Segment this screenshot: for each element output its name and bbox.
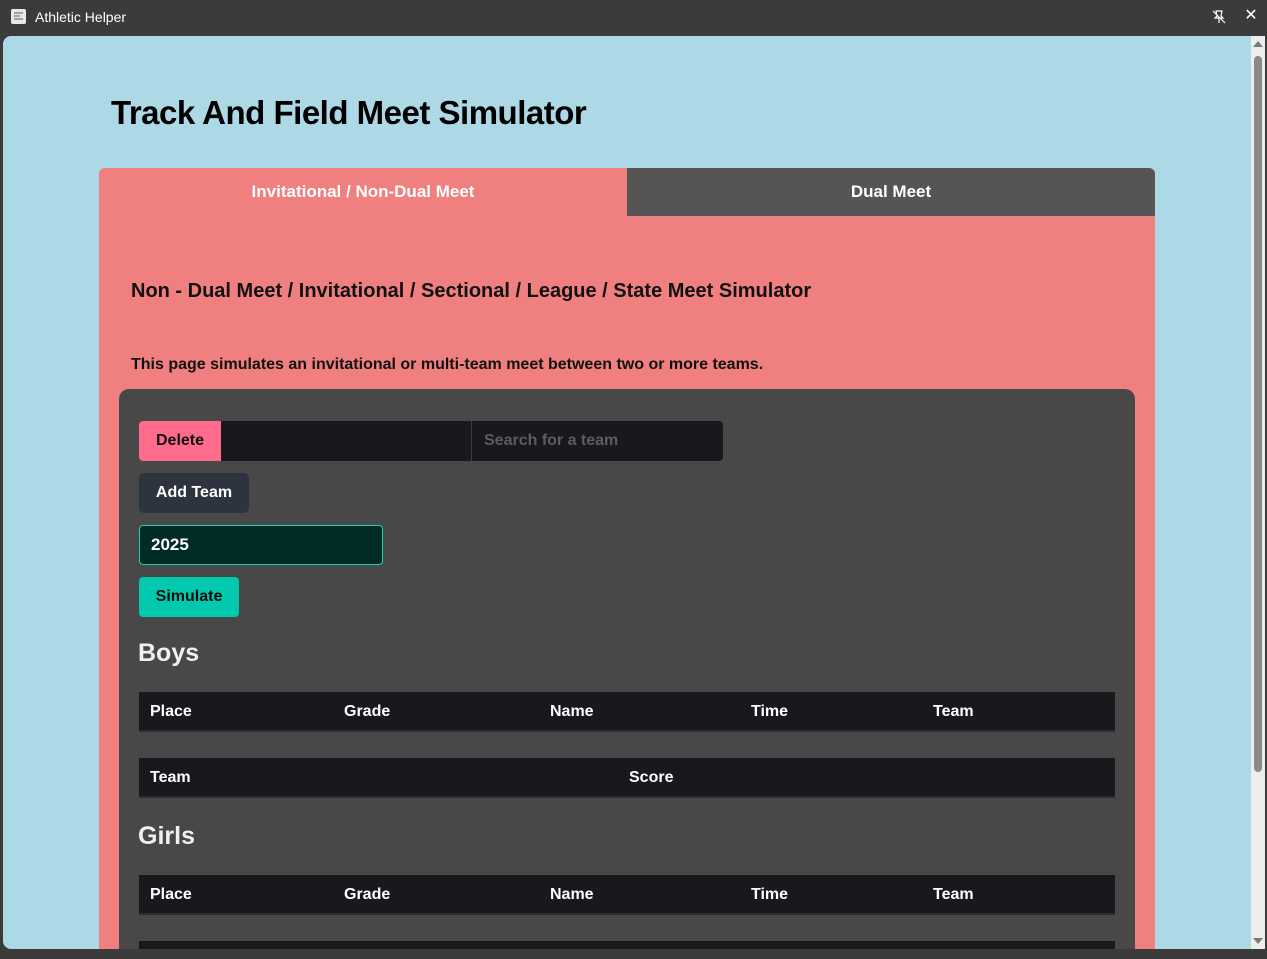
boys-results-header: Place Grade Name Time Team: [139, 692, 1115, 732]
window-titlebar: Athletic Helper ✕: [0, 0, 1267, 34]
invitational-panel: Non - Dual Meet / Invitational / Section…: [99, 216, 1155, 949]
boys-score-header: Team Score: [139, 758, 1115, 798]
page-title: Track And Field Meet Simulator: [111, 94, 587, 131]
window-title: Athletic Helper: [35, 9, 127, 25]
add-team-button[interactable]: Add Team: [139, 473, 249, 513]
column-header: Name: [550, 703, 594, 720]
column-header: Team: [933, 886, 974, 903]
close-icon[interactable]: ✕: [1243, 7, 1259, 25]
column-header: Place: [150, 703, 192, 720]
scrollbar-thumb[interactable]: [1254, 56, 1262, 772]
vertical-scrollbar[interactable]: [1251, 36, 1265, 949]
delete-button[interactable]: Delete: [139, 421, 221, 461]
column-header: Team: [933, 703, 974, 720]
column-header: Grade: [344, 703, 391, 720]
column-header: Time: [751, 703, 789, 720]
column-header: Score: [629, 769, 674, 786]
simulate-button[interactable]: Simulate: [139, 577, 239, 617]
meet-type-tabs: Invitational / Non-Dual Meet Dual Meet: [99, 168, 1155, 216]
panel-subtitle: Non - Dual Meet / Invitational / Section…: [131, 280, 812, 302]
tab-invitational[interactable]: Invitational / Non-Dual Meet: [99, 168, 627, 216]
year-input[interactable]: [139, 525, 383, 565]
scroll-down-icon[interactable]: [1253, 938, 1263, 944]
column-header: Place: [150, 886, 192, 903]
app-viewport: Track And Field Meet Simulator Invitatio…: [3, 36, 1251, 949]
panel-description: This page simulates an invitational or m…: [131, 356, 764, 373]
team-search-row: Delete: [139, 421, 723, 461]
team-search-input[interactable]: [472, 421, 723, 461]
simulator-card: Delete Add Team Simulate Boys Place Grad…: [119, 389, 1135, 949]
unpin-icon[interactable]: [1211, 9, 1227, 25]
girls-score-header: [139, 941, 1115, 949]
tab-dual-meet[interactable]: Dual Meet: [627, 168, 1155, 216]
team-select[interactable]: [221, 421, 472, 461]
column-header: Name: [550, 886, 594, 903]
column-header: Team: [150, 769, 191, 786]
girls-results-header: Place Grade Name Time Team: [139, 875, 1115, 915]
column-header: Grade: [344, 886, 391, 903]
column-header: Time: [751, 886, 789, 903]
girls-heading: Girls: [138, 822, 195, 850]
app-icon: [11, 9, 26, 24]
boys-heading: Boys: [138, 639, 200, 667]
scroll-up-icon[interactable]: [1253, 41, 1263, 47]
